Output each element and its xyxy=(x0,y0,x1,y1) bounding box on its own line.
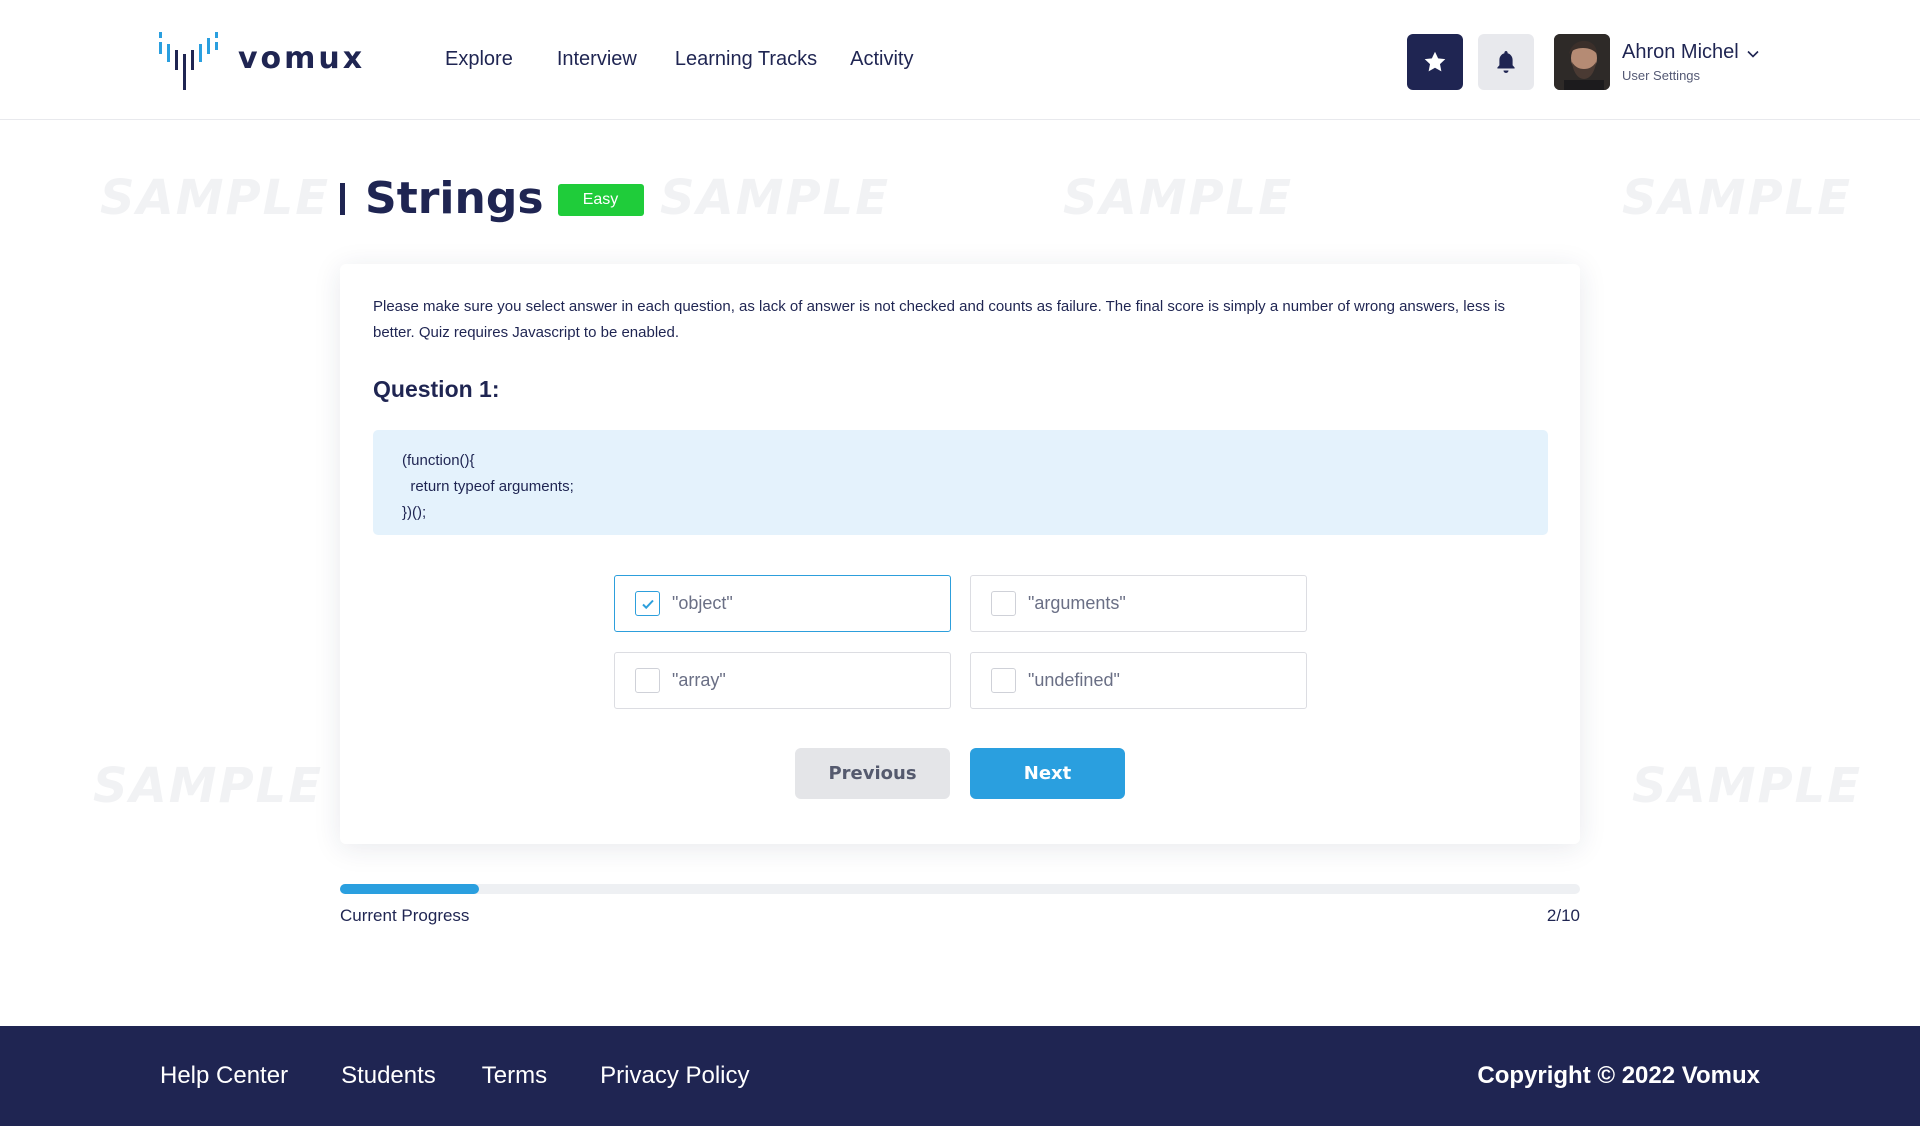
answer-label: "object" xyxy=(672,593,733,613)
user-name: Ahron Michel xyxy=(1622,41,1739,63)
copyright: Copyright © 2022 Vomux xyxy=(1477,1062,1760,1089)
title-accent-bar xyxy=(340,182,345,215)
difficulty-badge: Easy xyxy=(557,183,644,216)
brand-name: vomux xyxy=(238,40,366,76)
code-snippet: (function(){ return typeof arguments; })… xyxy=(373,430,1548,535)
quiz-card: Please make sure you select answer in ea… xyxy=(340,264,1580,844)
footer-link-terms[interactable]: Terms xyxy=(482,1062,547,1090)
answer-label: "arguments" xyxy=(1028,593,1126,613)
notifications-button[interactable] xyxy=(1478,34,1534,90)
previous-button[interactable]: Previous xyxy=(795,748,950,799)
answer-option-arguments[interactable]: "arguments" xyxy=(970,575,1307,632)
answer-checkbox[interactable] xyxy=(991,591,1016,616)
watermark: SAMPLE xyxy=(1063,170,1294,226)
user-menu[interactable]: Ahron Michel User Settings xyxy=(1554,34,1759,90)
answer-label: "undefined" xyxy=(1028,670,1120,690)
watermark: SAMPLE xyxy=(1622,170,1853,226)
favorites-button[interactable] xyxy=(1407,34,1463,90)
quiz-instructions: Please make sure you select answer in ea… xyxy=(373,298,1505,341)
progress-label: Current Progress xyxy=(340,906,470,925)
code-line: })(); xyxy=(402,504,427,521)
nav-activity[interactable]: Activity xyxy=(850,48,913,71)
chevron-down-icon[interactable] xyxy=(1747,50,1759,58)
footer-link-students[interactable]: Students xyxy=(341,1062,436,1090)
page-title: Strings xyxy=(365,173,544,224)
watermark: SAMPLE xyxy=(1632,758,1863,814)
answer-checkbox[interactable] xyxy=(635,591,660,616)
user-name-row[interactable]: Ahron Michel xyxy=(1622,41,1759,64)
answer-option-object[interactable]: "object" xyxy=(614,575,951,632)
brand-logo[interactable]: vomux xyxy=(158,28,365,94)
star-icon xyxy=(1424,51,1446,72)
main-nav: Explore Interview Learning Tracks Activi… xyxy=(445,48,950,71)
watermark: SAMPLE xyxy=(660,170,891,226)
progress-fill xyxy=(340,884,479,894)
nav-interview[interactable]: Interview xyxy=(557,48,637,71)
page-title-row: Strings Easy xyxy=(340,173,644,224)
footer-link-help-center[interactable]: Help Center xyxy=(160,1062,288,1090)
progress-count: 2/10 xyxy=(1546,906,1580,925)
logo-mark-icon xyxy=(159,32,218,90)
next-button[interactable]: Next xyxy=(970,748,1125,799)
user-settings-link[interactable]: User Settings xyxy=(1622,68,1759,83)
question-title: Question 1: xyxy=(373,376,500,402)
answer-label: "array" xyxy=(672,670,726,690)
avatar[interactable] xyxy=(1554,34,1610,90)
answer-option-undefined[interactable]: "undefined" xyxy=(970,652,1307,709)
check-icon xyxy=(641,599,654,609)
site-footer: Help Center Students Terms Privacy Polic… xyxy=(0,1026,1920,1126)
bell-icon xyxy=(1497,51,1515,73)
user-info[interactable]: Ahron Michel User Settings xyxy=(1622,41,1759,83)
footer-links: Help Center Students Terms Privacy Polic… xyxy=(160,1062,803,1090)
watermark: SAMPLE xyxy=(93,758,324,814)
progress-bar xyxy=(340,884,1580,894)
answer-checkbox[interactable] xyxy=(635,668,660,693)
watermark: SAMPLE xyxy=(100,170,331,226)
nav-explore[interactable]: Explore xyxy=(445,48,513,71)
user-photo-icon xyxy=(1554,34,1610,90)
code-line: (function(){ xyxy=(402,452,475,469)
top-header: vomux Explore Interview Learning Tracks … xyxy=(0,0,1920,120)
footer-link-privacy-policy[interactable]: Privacy Policy xyxy=(600,1062,749,1090)
code-line: return typeof arguments; xyxy=(402,478,574,495)
answer-checkbox[interactable] xyxy=(991,668,1016,693)
nav-learning-tracks[interactable]: Learning Tracks xyxy=(675,48,817,71)
answer-option-array[interactable]: "array" xyxy=(614,652,951,709)
